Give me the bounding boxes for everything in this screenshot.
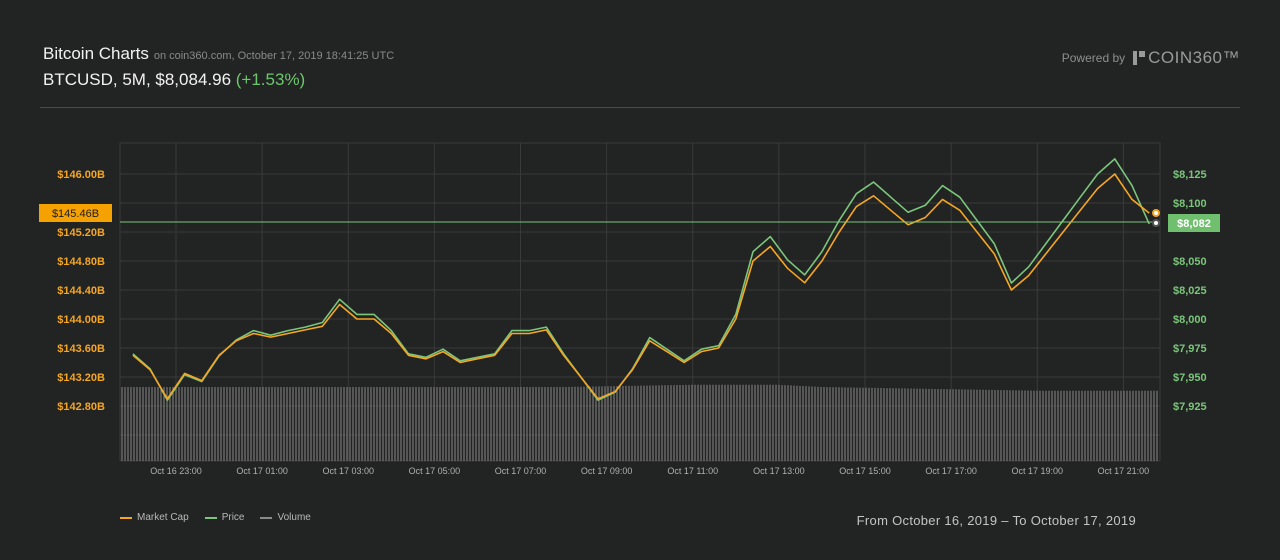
x-tick-label: Oct 17 11:00 [667,466,718,476]
price-line [132,158,1150,402]
legend-item[interactable]: Volume [260,512,311,523]
left-tick-label: $144.00B [57,314,105,326]
date-range: From October 16, 2019 – To October 17, 2… [856,513,1136,528]
x-tick-label: Oct 16 23:00 [150,466,202,476]
left-tick-label: $142.80B [57,401,105,413]
legend-item[interactable]: Market Cap [120,512,189,523]
right-tick-label: $8,000 [1173,314,1207,326]
series-lines [120,158,1160,402]
legend-label: Price [221,512,245,523]
current-price-label: $8,082 [1177,218,1211,230]
right-tick-label: $7,975 [1173,343,1207,355]
x-tick-label: Oct 17 15:00 [839,466,891,476]
x-tick-label: Oct 17 21:00 [1098,466,1150,476]
left-tick-label: $144.40B [57,285,105,297]
x-tick-label: Oct 17 19:00 [1011,466,1063,476]
legend-label: Market Cap [137,512,189,523]
x-tick-label: Oct 17 05:00 [409,466,461,476]
left-tick-label: $145.20B [57,227,105,239]
left-tick-label: $143.20B [57,372,105,384]
legend-item[interactable]: Price [204,512,245,523]
legend-swatch [260,516,273,519]
x-tick-label: Oct 17 17:00 [925,466,977,476]
current-markers: $145.46B $8,082 [39,204,1220,232]
x-tick-label: Oct 17 03:00 [322,466,374,476]
right-tick-label: $7,925 [1173,401,1207,413]
legend-swatch [204,516,217,519]
time-axis: Oct 16 23:00 Oct 17 01:00 Oct 17 03:00 Oct … [150,466,1149,476]
left-tick-label: $146.00B [57,169,105,181]
x-tick-label: Oct 17 01:00 [236,466,288,476]
current-market-cap-label: $145.46B [52,208,99,220]
left-tick-label: $143.60B [57,343,105,355]
left-tick-label: $144.80B [57,256,105,268]
right-tick-label: $8,025 [1173,285,1207,297]
right-tick-label: $7,950 [1173,372,1207,384]
x-tick-label: Oct 17 09:00 [581,466,633,476]
legend-label: Volume [277,512,311,523]
price-chart[interactable]: $142.80B $143.20B $143.60B $144.00B $144.40B… [0,0,1280,500]
right-axis: $7,925 $7,950 $7,975 $8,000 $8,025 $8,050 $8,1… [1173,169,1207,413]
chart-legend: Market Cap Price Volume [120,512,311,523]
x-tick-label: Oct 17 13:00 [753,466,805,476]
legend-swatch [120,516,132,519]
market-cap-line [132,173,1150,400]
price-endpoint [1152,219,1160,227]
right-tick-label: $8,125 [1173,169,1207,181]
right-tick-label: $8,100 [1173,198,1207,210]
x-tick-label: Oct 17 07:00 [495,466,547,476]
right-tick-label: $8,050 [1173,256,1207,268]
market-cap-endpoint [1152,209,1160,217]
volume-bars [121,384,1158,461]
